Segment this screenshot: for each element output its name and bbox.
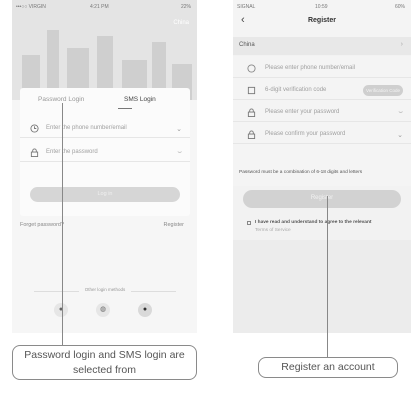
password-input[interactable]: Enter the password bbox=[46, 149, 98, 155]
page-title: Register bbox=[307, 17, 336, 24]
phone-input[interactable]: Please enter phone number/email bbox=[265, 65, 355, 71]
other-login-methods-label: Other login methods bbox=[20, 287, 190, 295]
clock-icon bbox=[30, 124, 39, 133]
tab-sms-login[interactable]: SMS Login bbox=[124, 96, 156, 103]
password-hint: Password must be a combination of 6-18 d… bbox=[239, 170, 363, 175]
register-button[interactable]: Register bbox=[243, 190, 401, 208]
register-screen: SIGNAL 10:59 60% ‹ Register China › Plea… bbox=[233, 0, 411, 333]
code-input[interactable]: 6-digit verification code bbox=[265, 87, 326, 93]
verification-code-button[interactable]: Verification Code bbox=[363, 85, 403, 96]
apple-icon[interactable]: ● bbox=[138, 303, 152, 317]
country-row[interactable]: China › bbox=[233, 37, 411, 55]
left-callout-line bbox=[62, 103, 63, 346]
signal-text: SIGNAL bbox=[237, 4, 256, 10]
password-input-row[interactable]: Please enter your password ⌣ bbox=[233, 104, 411, 122]
chevron-down-icon[interactable]: ⌄ bbox=[176, 125, 182, 133]
eye-toggle-icon[interactable]: ⌣ bbox=[177, 149, 182, 157]
login-screen: •••○○ VIRGIN 4:21 PM 22% China Password … bbox=[12, 0, 197, 333]
hero-image bbox=[12, 0, 197, 100]
login-card: Password Login SMS Login Enter the phone… bbox=[20, 88, 190, 216]
shield-icon bbox=[247, 86, 256, 95]
status-time: 4:21 PM bbox=[90, 4, 109, 10]
agree-checkbox[interactable] bbox=[247, 221, 251, 225]
carrier-text: •••○○ VIRGIN bbox=[16, 4, 46, 10]
eye-toggle-icon[interactable]: ⌣ bbox=[398, 109, 403, 117]
battery-text: 22% bbox=[180, 4, 191, 10]
lock-icon bbox=[247, 130, 256, 139]
lock-icon bbox=[247, 108, 256, 117]
phone-input[interactable]: Enter the phone number/email bbox=[46, 125, 127, 131]
register-header: SIGNAL 10:59 60% ‹ Register bbox=[233, 0, 411, 37]
country-selector[interactable]: China bbox=[173, 20, 189, 26]
status-time: 10:59 bbox=[315, 4, 328, 10]
forgot-password-link[interactable]: Forget password? bbox=[20, 222, 64, 228]
login-tabs: Password Login SMS Login bbox=[20, 92, 190, 109]
right-callout-line bbox=[327, 196, 328, 358]
message-icon[interactable]: ◍ bbox=[96, 303, 110, 317]
callout-password-sms: Password login and SMS login are selecte… bbox=[12, 345, 197, 380]
register-form: Please enter phone number/email 6-digit … bbox=[233, 56, 411, 186]
code-input-row[interactable]: 6-digit verification code Verification C… bbox=[233, 82, 411, 100]
phone-input-row[interactable]: Enter the phone number/email ⌄ bbox=[20, 120, 190, 138]
tab-password-login[interactable]: Password Login bbox=[38, 96, 84, 103]
clock-icon bbox=[247, 64, 256, 73]
password-input[interactable]: Please enter your password bbox=[265, 109, 339, 115]
arrow-right-icon: › bbox=[400, 41, 403, 48]
country-label: China bbox=[239, 42, 255, 48]
chevron-down-icon[interactable]: ⌄ bbox=[397, 131, 403, 139]
agree-text: I have read and understand to agree to t… bbox=[255, 220, 372, 225]
user-icon[interactable]: ● bbox=[54, 303, 68, 317]
lock-icon bbox=[30, 148, 39, 157]
active-tab-indicator bbox=[118, 108, 132, 109]
callout-register: Register an account bbox=[258, 357, 398, 378]
blank-area bbox=[233, 240, 411, 333]
status-bar: SIGNAL 10:59 60% bbox=[233, 0, 411, 12]
status-bar: •••○○ VIRGIN 4:21 PM 22% bbox=[12, 0, 197, 12]
battery-text: 60% bbox=[394, 4, 405, 10]
confirm-input-row[interactable]: Please confirm your password ⌄ bbox=[233, 126, 411, 144]
register-button-label: Register bbox=[310, 195, 334, 201]
terms-link[interactable]: Terms of Service bbox=[255, 228, 291, 233]
phone-input-row[interactable]: Please enter phone number/email bbox=[233, 60, 411, 78]
login-links: Forget password? Register bbox=[20, 222, 190, 232]
confirm-password-input[interactable]: Please confirm your password bbox=[265, 131, 345, 137]
login-button-label: Log in bbox=[97, 191, 113, 197]
login-button[interactable]: Log in bbox=[30, 187, 180, 202]
register-link[interactable]: Register bbox=[164, 222, 184, 228]
password-input-row[interactable]: Enter the password ⌣ bbox=[20, 144, 190, 162]
